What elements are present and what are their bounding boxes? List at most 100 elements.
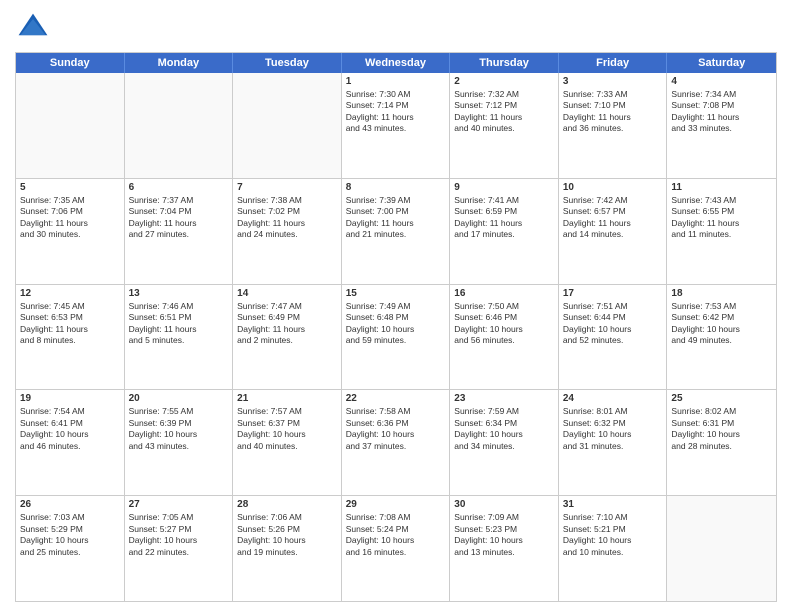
day-number: 9: [454, 182, 554, 193]
day-cell-7: 7 Sunrise: 7:38 AM Sunset: 7:02 PM Daylig…: [233, 179, 342, 284]
day-number: 14: [237, 288, 337, 299]
day-cell-23: 23 Sunrise: 7:59 AM Sunset: 6:34 PM Dayli…: [450, 390, 559, 495]
day-info: Sunrise: 7:55 AM Sunset: 6:39 PM Dayligh…: [129, 406, 229, 452]
day-info: Sunrise: 7:06 AM Sunset: 5:26 PM Dayligh…: [237, 512, 337, 558]
day-cell-5: 5 Sunrise: 7:35 AM Sunset: 7:06 PM Daylig…: [16, 179, 125, 284]
calendar-row-3: 19Sunrise: 7:54 AM Sunset: 6:41 PM Dayli…: [16, 390, 776, 496]
weekday-header-tuesday: Tuesday: [233, 53, 342, 73]
logo: [15, 10, 55, 46]
day-number: 25: [671, 393, 772, 404]
day-info: Sunrise: 7:59 AM Sunset: 6:34 PM Dayligh…: [454, 406, 554, 452]
day-number: 20: [129, 393, 229, 404]
day-number: 17: [563, 288, 663, 299]
calendar: SundayMondayTuesdayWednesdayThursdayFrid…: [15, 52, 777, 602]
day-cell-21: 21 Sunrise: 7:57 AM Sunset: 6:37 PM Dayli…: [233, 390, 342, 495]
day-cell-18: 18 Sunrise: 7:53 AM Sunset: 6:42 PM Dayli…: [667, 285, 776, 390]
day-cell-27: 27 Sunrise: 7:05 AM Sunset: 5:27 PM Dayli…: [125, 496, 234, 601]
day-info: Sunrise: 7:05 AM Sunset: 5:27 PM Dayligh…: [129, 512, 229, 558]
day-info: Sunrise: 7:37 AM Sunset: 7:04 PM Dayligh…: [129, 195, 229, 241]
day-info: Sunrise: 7:32 AM Sunset: 7:12 PM Dayligh…: [454, 89, 554, 135]
day-cell-28: 28 Sunrise: 7:06 AM Sunset: 5:26 PM Dayli…: [233, 496, 342, 601]
day-cell-11: 11Sunrise: 7:43 AM Sunset: 6:55 PM Dayli…: [667, 179, 776, 284]
calendar-header: SundayMondayTuesdayWednesdayThursdayFrid…: [16, 53, 776, 73]
day-number: 31: [563, 499, 663, 510]
day-info: Sunrise: 7:50 AM Sunset: 6:46 PM Dayligh…: [454, 301, 554, 347]
day-number: 4: [671, 76, 772, 87]
day-info: Sunrise: 7:49 AM Sunset: 6:48 PM Dayligh…: [346, 301, 446, 347]
day-number: 23: [454, 393, 554, 404]
weekday-header-friday: Friday: [559, 53, 668, 73]
day-cell-9: 9Sunrise: 7:41 AM Sunset: 6:59 PM Daylig…: [450, 179, 559, 284]
empty-cell-0-2: [233, 73, 342, 178]
day-number: 15: [346, 288, 446, 299]
day-number: 27: [129, 499, 229, 510]
day-number: 8: [346, 182, 446, 193]
day-number: 12: [20, 288, 120, 299]
day-cell-29: 29 Sunrise: 7:08 AM Sunset: 5:24 PM Dayli…: [342, 496, 451, 601]
day-number: 21: [237, 393, 337, 404]
day-number: 29: [346, 499, 446, 510]
day-info: Sunrise: 7:38 AM Sunset: 7:02 PM Dayligh…: [237, 195, 337, 241]
day-number: 22: [346, 393, 446, 404]
day-info: Sunrise: 7:51 AM Sunset: 6:44 PM Dayligh…: [563, 301, 663, 347]
day-number: 30: [454, 499, 554, 510]
day-cell-8: 8 Sunrise: 7:39 AM Sunset: 7:00 PM Daylig…: [342, 179, 451, 284]
day-info: Sunrise: 7:42 AM Sunset: 6:57 PM Dayligh…: [563, 195, 663, 241]
empty-cell-0-1: [125, 73, 234, 178]
calendar-row-2: 12 Sunrise: 7:45 AM Sunset: 6:53 PM Dayli…: [16, 285, 776, 391]
day-number: 24: [563, 393, 663, 404]
day-number: 13: [129, 288, 229, 299]
logo-icon: [15, 10, 51, 46]
day-number: 7: [237, 182, 337, 193]
day-info: Sunrise: 7:57 AM Sunset: 6:37 PM Dayligh…: [237, 406, 337, 452]
day-number: 28: [237, 499, 337, 510]
day-cell-14: 14 Sunrise: 7:47 AM Sunset: 6:49 PM Dayli…: [233, 285, 342, 390]
day-info: Sunrise: 7:33 AM Sunset: 7:10 PM Dayligh…: [563, 89, 663, 135]
day-cell-22: 22 Sunrise: 7:58 AM Sunset: 6:36 PM Dayli…: [342, 390, 451, 495]
day-cell-30: 30Sunrise: 7:09 AM Sunset: 5:23 PM Dayli…: [450, 496, 559, 601]
day-cell-1: 1Sunrise: 7:30 AM Sunset: 7:14 PM Daylig…: [342, 73, 451, 178]
day-cell-10: 10 Sunrise: 7:42 AM Sunset: 6:57 PM Dayli…: [559, 179, 668, 284]
day-info: Sunrise: 7:08 AM Sunset: 5:24 PM Dayligh…: [346, 512, 446, 558]
day-cell-13: 13 Sunrise: 7:46 AM Sunset: 6:51 PM Dayli…: [125, 285, 234, 390]
day-number: 2: [454, 76, 554, 87]
day-info: Sunrise: 8:02 AM Sunset: 6:31 PM Dayligh…: [671, 406, 772, 452]
day-number: 6: [129, 182, 229, 193]
day-info: Sunrise: 8:01 AM Sunset: 6:32 PM Dayligh…: [563, 406, 663, 452]
header: [15, 10, 777, 46]
day-number: 26: [20, 499, 120, 510]
empty-cell-4-6: [667, 496, 776, 601]
day-info: Sunrise: 7:54 AM Sunset: 6:41 PM Dayligh…: [20, 406, 120, 452]
day-info: Sunrise: 7:46 AM Sunset: 6:51 PM Dayligh…: [129, 301, 229, 347]
day-info: Sunrise: 7:45 AM Sunset: 6:53 PM Dayligh…: [20, 301, 120, 347]
day-info: Sunrise: 7:10 AM Sunset: 5:21 PM Dayligh…: [563, 512, 663, 558]
day-info: Sunrise: 7:03 AM Sunset: 5:29 PM Dayligh…: [20, 512, 120, 558]
day-number: 11: [671, 182, 772, 193]
day-cell-12: 12 Sunrise: 7:45 AM Sunset: 6:53 PM Dayli…: [16, 285, 125, 390]
calendar-body: 1Sunrise: 7:30 AM Sunset: 7:14 PM Daylig…: [16, 73, 776, 601]
day-cell-15: 15 Sunrise: 7:49 AM Sunset: 6:48 PM Dayli…: [342, 285, 451, 390]
day-cell-20: 20 Sunrise: 7:55 AM Sunset: 6:39 PM Dayli…: [125, 390, 234, 495]
weekday-header-monday: Monday: [125, 53, 234, 73]
day-info: Sunrise: 7:58 AM Sunset: 6:36 PM Dayligh…: [346, 406, 446, 452]
day-info: Sunrise: 7:47 AM Sunset: 6:49 PM Dayligh…: [237, 301, 337, 347]
day-cell-16: 16 Sunrise: 7:50 AM Sunset: 6:46 PM Dayli…: [450, 285, 559, 390]
day-info: Sunrise: 7:39 AM Sunset: 7:00 PM Dayligh…: [346, 195, 446, 241]
weekday-header-thursday: Thursday: [450, 53, 559, 73]
day-number: 10: [563, 182, 663, 193]
day-number: 5: [20, 182, 120, 193]
calendar-row-0: 1Sunrise: 7:30 AM Sunset: 7:14 PM Daylig…: [16, 73, 776, 179]
day-info: Sunrise: 7:53 AM Sunset: 6:42 PM Dayligh…: [671, 301, 772, 347]
weekday-header-saturday: Saturday: [667, 53, 776, 73]
weekday-header-sunday: Sunday: [16, 53, 125, 73]
day-cell-4: 4Sunrise: 7:34 AM Sunset: 7:08 PM Daylig…: [667, 73, 776, 178]
day-cell-19: 19Sunrise: 7:54 AM Sunset: 6:41 PM Dayli…: [16, 390, 125, 495]
day-cell-24: 24 Sunrise: 8:01 AM Sunset: 6:32 PM Dayli…: [559, 390, 668, 495]
day-info: Sunrise: 7:30 AM Sunset: 7:14 PM Dayligh…: [346, 89, 446, 135]
day-cell-2: 2 Sunrise: 7:32 AM Sunset: 7:12 PM Daylig…: [450, 73, 559, 178]
day-info: Sunrise: 7:35 AM Sunset: 7:06 PM Dayligh…: [20, 195, 120, 241]
day-number: 16: [454, 288, 554, 299]
weekday-header-wednesday: Wednesday: [342, 53, 451, 73]
day-cell-25: 25 Sunrise: 8:02 AM Sunset: 6:31 PM Dayli…: [667, 390, 776, 495]
day-number: 18: [671, 288, 772, 299]
